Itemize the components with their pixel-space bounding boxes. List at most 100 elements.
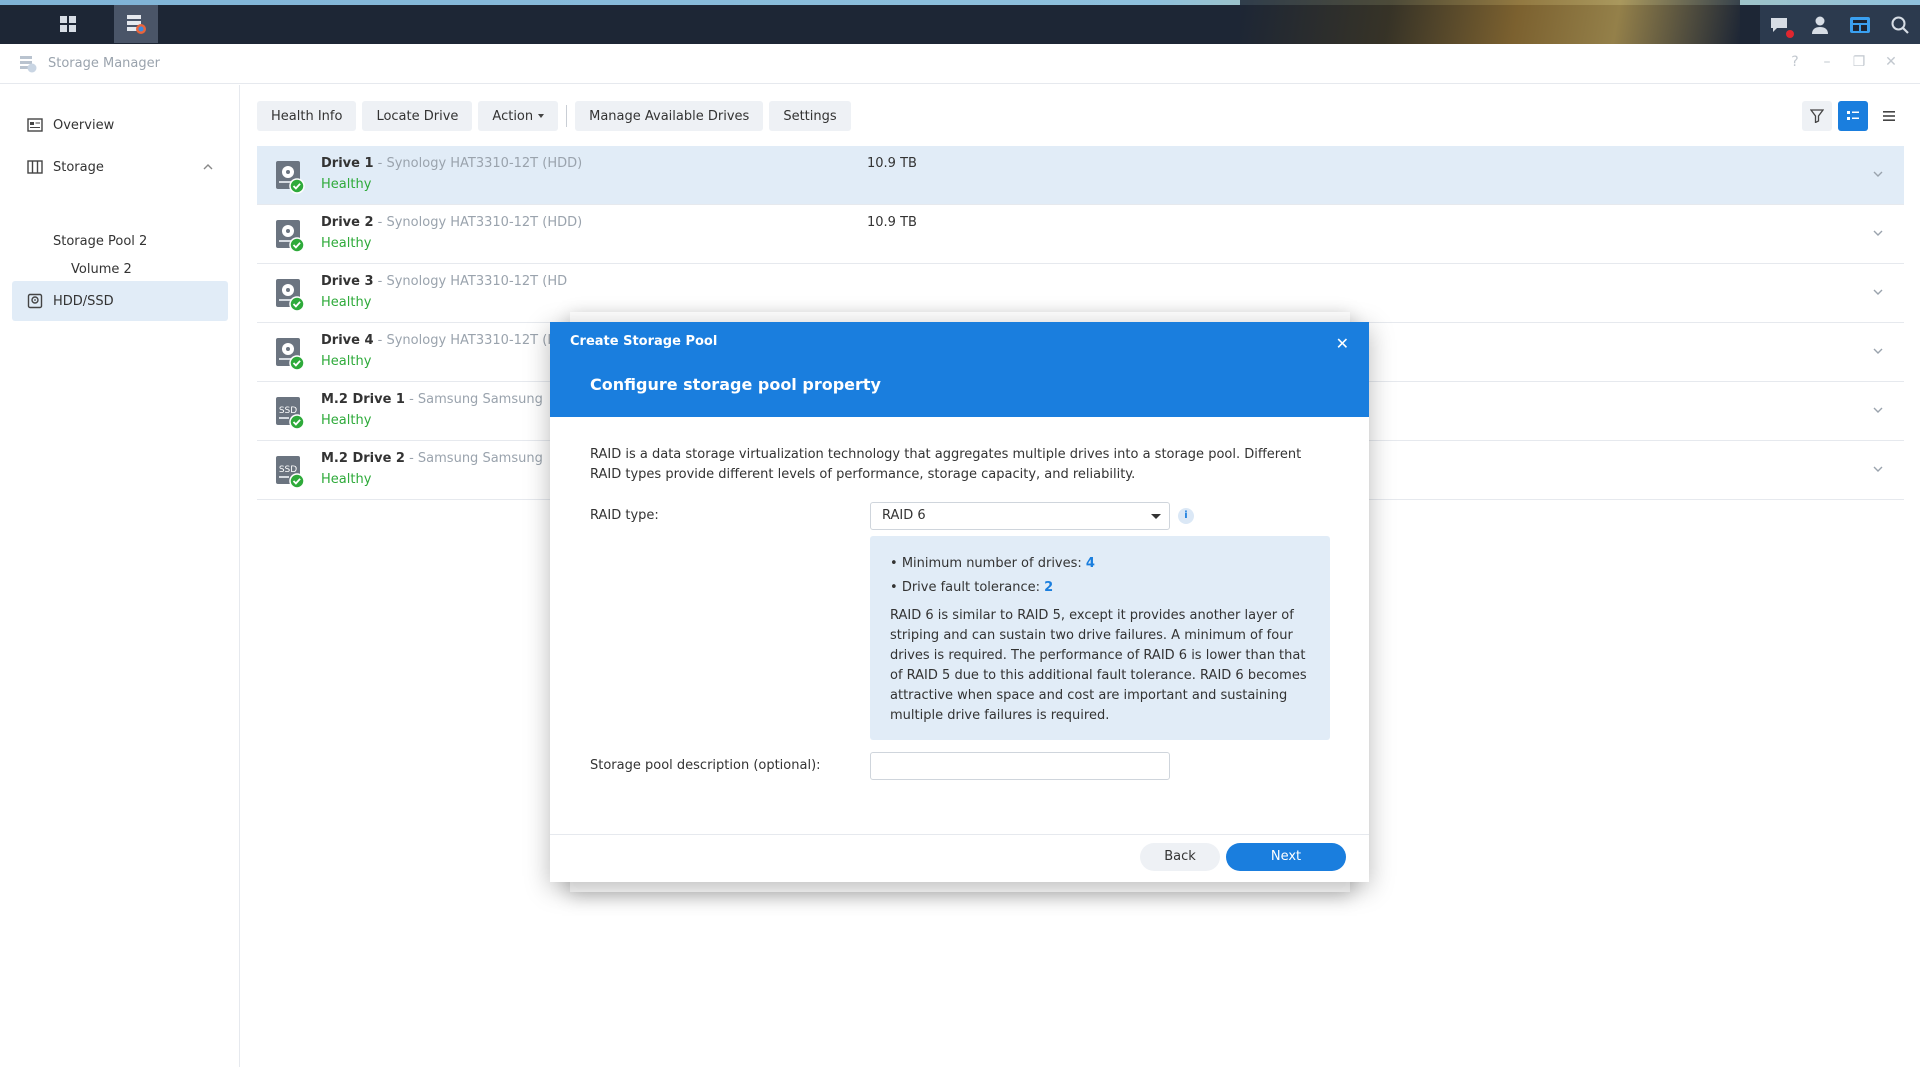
health-info-button[interactable]: Health Info: [257, 101, 357, 131]
chevron-up-icon[interactable]: [202, 161, 214, 173]
svg-text:SSD: SSD: [279, 465, 297, 475]
app-logo-icon: [20, 55, 37, 72]
dialog-header: Create Storage Pool Configure storage po…: [550, 322, 1369, 417]
raid-intro-text: RAID is a data storage virtualization te…: [590, 447, 1302, 482]
raid-type-value: RAID 6: [882, 508, 926, 523]
taskbar: [0, 0, 1920, 44]
raid-description: RAID 6 is similar to RAID 5, except it p…: [890, 608, 1307, 723]
dialog-caption: Create Storage Pool: [570, 334, 718, 349]
chevron-down-icon[interactable]: [1872, 286, 1884, 298]
drive-status: Healthy: [321, 354, 372, 369]
sidebar-item-storage-pool[interactable]: Storage Pool 2: [53, 234, 147, 249]
maximize-icon[interactable]: ❐: [1850, 54, 1868, 70]
hdd-icon: [27, 293, 43, 309]
drive-status: Healthy: [321, 472, 372, 487]
view-controls: [1802, 101, 1904, 131]
overview-icon: [27, 117, 43, 133]
ssd-drive-icon: SSD: [276, 456, 305, 489]
svg-text:SSD: SSD: [279, 406, 297, 416]
action-label: Action: [492, 108, 534, 124]
action-button[interactable]: Action: [478, 101, 559, 131]
hdd-drive-icon: [276, 338, 305, 371]
chevron-down-icon[interactable]: [1872, 227, 1884, 239]
wallpaper-strip: [1240, 0, 1740, 44]
back-button[interactable]: Back: [1140, 843, 1220, 871]
sidebar-item-label: Overview: [53, 117, 115, 133]
notifications-icon[interactable]: [1760, 5, 1800, 44]
close-window-icon[interactable]: ✕: [1882, 54, 1900, 70]
create-storage-pool-dialog: Create Storage Pool Configure storage po…: [550, 322, 1369, 882]
drive-size: 10.9 TB: [867, 156, 917, 171]
notification-badge: [1786, 30, 1794, 38]
user-icon[interactable]: [1800, 5, 1840, 44]
dialog-title: Configure storage pool property: [590, 375, 881, 394]
help-icon[interactable]: ?: [1786, 54, 1804, 70]
manage-available-drives-button[interactable]: Manage Available Drives: [575, 101, 764, 131]
raid-type-label: RAID type:: [590, 508, 659, 523]
search-icon[interactable]: [1880, 5, 1920, 44]
apps-grid-icon[interactable]: [46, 5, 90, 43]
storage-icon: [27, 159, 43, 175]
hdd-drive-icon: [276, 220, 305, 253]
min-drives-item: • Minimum number of drives: 4: [890, 556, 1095, 571]
filter-icon[interactable]: [1802, 101, 1832, 131]
fault-tolerance-label: Drive fault tolerance:: [901, 580, 1045, 595]
dropdown-arrow-icon: [1151, 514, 1161, 519]
drive-model: - Synology HAT3310-12T (HD: [373, 274, 568, 289]
hdd-drive-icon: [276, 161, 305, 194]
drive-status: Healthy: [321, 295, 372, 310]
sidebar-item-overview[interactable]: Overview: [12, 105, 228, 145]
drive-row[interactable]: Drive 1 - Synology HAT3310-12T (HDD) Hea…: [257, 146, 1904, 205]
drive-model: - Synology HAT3310-12T (HDD): [373, 156, 583, 171]
toolbar: Health Info Locate Drive Action Manage A…: [257, 101, 851, 131]
settings-button[interactable]: Settings: [769, 101, 851, 131]
window-controls: ? – ❐ ✕: [1786, 54, 1900, 70]
locate-drive-button[interactable]: Locate Drive: [362, 101, 473, 131]
storage-manager-app-icon[interactable]: [114, 5, 158, 43]
hdd-drive-icon: [276, 279, 305, 312]
drive-name: Drive 2 - Synology HAT3310-12T (HDD): [321, 215, 583, 230]
drive-name: Drive 4 - Synology HAT3310-12T (H: [321, 333, 558, 348]
raid-type-select[interactable]: RAID 6: [870, 502, 1170, 530]
list-view-icon[interactable]: [1874, 101, 1904, 131]
drive-model: - Samsung Samsung: [404, 451, 543, 466]
min-drives-value: 4: [1085, 556, 1095, 571]
info-icon[interactable]: i: [1178, 508, 1194, 524]
drive-status: Healthy: [321, 413, 372, 428]
drive-status: Healthy: [321, 236, 372, 251]
sidebar-item-label: Storage: [53, 159, 104, 175]
ssd-drive-icon: SSD: [276, 397, 305, 430]
fault-tolerance-value: 2: [1044, 580, 1054, 595]
sidebar-item-hdd-ssd[interactable]: HDD/SSD: [12, 281, 228, 321]
chevron-down-icon[interactable]: [1872, 168, 1884, 180]
toolbar-divider: [566, 105, 568, 127]
drive-name: M.2 Drive 2 - Samsung Samsung: [321, 451, 543, 466]
chevron-down-icon[interactable]: [1872, 404, 1884, 416]
next-button[interactable]: Next: [1226, 843, 1346, 871]
pool-description-input[interactable]: [870, 752, 1170, 780]
chevron-down-icon[interactable]: [1872, 345, 1884, 357]
detail-view-icon[interactable]: [1838, 101, 1868, 131]
caret-down-icon: [538, 114, 545, 118]
pool-description-label: Storage pool description (optional):: [590, 758, 821, 773]
drive-row[interactable]: Drive 2 - Synology HAT3310-12T (HDD) Hea…: [257, 205, 1904, 264]
drive-name: Drive 3 - Synology HAT3310-12T (HD: [321, 274, 568, 289]
fault-tolerance-item: • Drive fault tolerance: 2: [890, 580, 1054, 595]
widgets-icon[interactable]: [1840, 5, 1880, 44]
sidebar: Overview Storage Storage Pool 2 Volume 2…: [0, 85, 240, 1067]
storage-manager-window: Storage Manager ? – ❐ ✕ Overview Storage…: [0, 44, 1920, 1067]
drive-name: Drive 1 - Synology HAT3310-12T (HDD): [321, 156, 583, 171]
minimize-icon[interactable]: –: [1818, 54, 1836, 70]
drive-status: Healthy: [321, 177, 372, 192]
raid-info-box: • Minimum number of drives: 4 • Drive fa…: [870, 536, 1330, 740]
close-icon[interactable]: ✕: [1336, 334, 1349, 353]
sidebar-item-label: HDD/SSD: [53, 293, 114, 309]
taskbar-tray: [1760, 5, 1920, 44]
window-titlebar: Storage Manager ? – ❐ ✕: [0, 44, 1920, 84]
min-drives-label: Minimum number of drives:: [901, 556, 1086, 571]
sidebar-item-storage[interactable]: Storage: [12, 147, 228, 187]
drive-size: 10.9 TB: [867, 215, 917, 230]
sidebar-item-volume[interactable]: Volume 2: [71, 262, 132, 277]
drive-model: - Samsung Samsung: [404, 392, 543, 407]
chevron-down-icon[interactable]: [1872, 463, 1884, 475]
